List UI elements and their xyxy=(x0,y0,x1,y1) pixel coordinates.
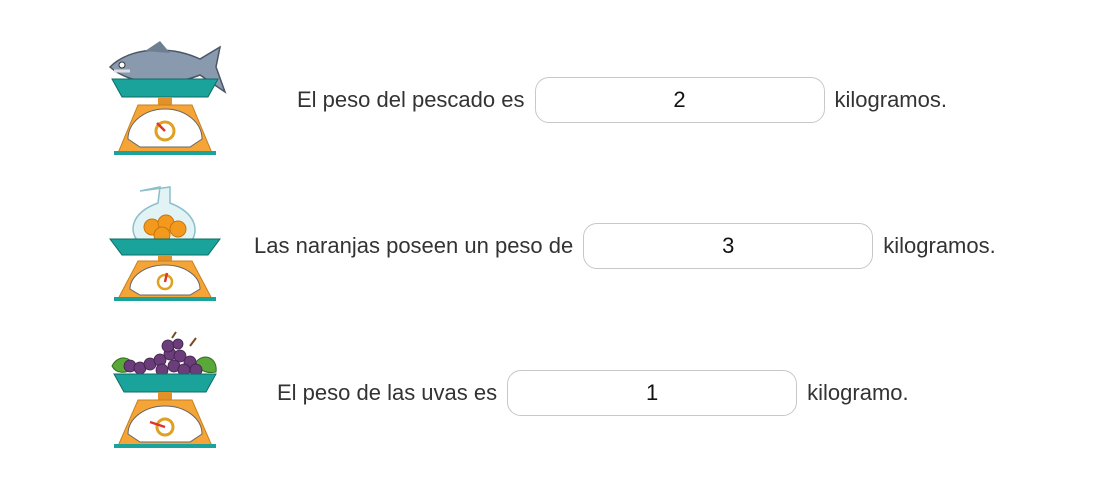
sentence-suffix: kilogramo. xyxy=(807,380,909,405)
grapes-on-scale-icon xyxy=(111,331,217,448)
fish-on-scale-icon xyxy=(108,41,227,155)
fish-weight-input[interactable] xyxy=(534,77,825,123)
oranges-weight-input[interactable] xyxy=(583,223,874,269)
sentence-prefix: Las naranjas poseen un peso de xyxy=(254,233,574,258)
grapes-weight-input[interactable] xyxy=(507,370,798,416)
question-row-fish: El peso del pescado es kilogramos. xyxy=(0,37,1109,167)
question-row-oranges: Las naranjas poseen un peso de kilogramo… xyxy=(0,183,1109,313)
sentence-suffix: kilogramos. xyxy=(834,87,947,112)
sentence-prefix: El peso del pescado es xyxy=(297,87,525,112)
sentence-prefix: El peso de las uvas es xyxy=(277,380,498,405)
oranges-on-scale-icon xyxy=(109,186,221,301)
sentence-suffix: kilogramos. xyxy=(883,233,996,258)
question-row-grapes: El peso de las uvas es kilogramo. xyxy=(0,330,1109,460)
